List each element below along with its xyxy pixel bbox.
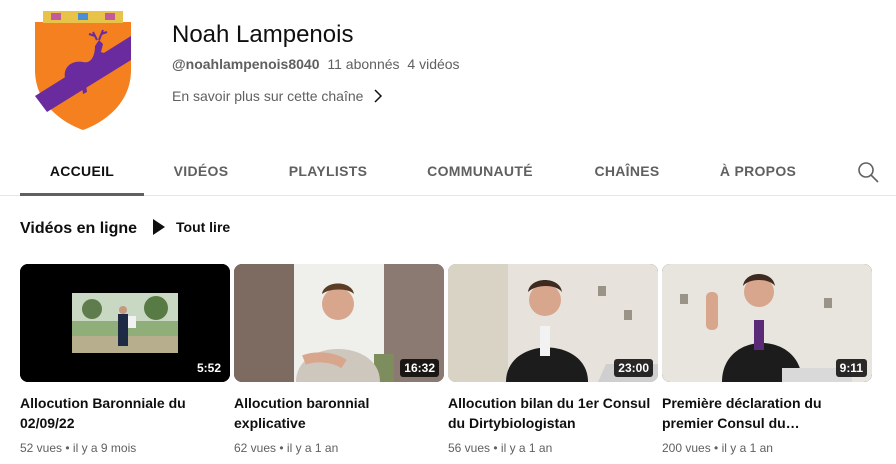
channel-avatar[interactable] — [33, 8, 133, 132]
video-thumbnail[interactable]: 9:11 — [662, 264, 872, 382]
more-about-label: En savoir plus sur cette chaîne — [172, 88, 364, 104]
tab-communaute[interactable]: COMMUNAUTÉ — [418, 145, 542, 196]
video-thumbnail[interactable]: 5:52 — [20, 264, 230, 382]
video-views: 56 vues — [448, 441, 491, 455]
video-stats: 200 vues • il y a 1 an — [662, 441, 773, 455]
tab-videos[interactable]: VIDÉOS — [156, 145, 246, 196]
video-stats: 56 vues • il y a 1 an — [448, 441, 553, 455]
play-all-label: Tout lire — [176, 219, 231, 235]
chevron-right-icon — [374, 89, 383, 103]
video-title[interactable]: Allocution bilan du 1er Consul du Dirtyb… — [448, 393, 658, 433]
video-stats: 62 vues • il y a 1 an — [234, 441, 339, 455]
video-thumbnail[interactable]: 23:00 — [448, 264, 658, 382]
search-icon[interactable] — [857, 161, 879, 183]
tab-a-propos[interactable]: À PROPOS — [712, 145, 804, 196]
video-duration: 16:32 — [400, 359, 439, 377]
more-about-channel-link[interactable]: En savoir plus sur cette chaîne — [172, 88, 383, 104]
video-count: 4 vidéos — [407, 56, 460, 72]
tab-accueil[interactable]: ACCUEIL — [20, 145, 144, 196]
video-card[interactable]: 5:52 Allocution Baronniale du 02/09/22 5… — [20, 264, 230, 455]
video-age: il y a 1 an — [500, 441, 553, 455]
channel-name: Noah Lampenois — [172, 21, 354, 48]
video-age: il y a 1 an — [286, 441, 339, 455]
video-title[interactable]: Allocution Baronniale du 02/09/22 — [20, 393, 230, 433]
video-age: il y a 1 an — [721, 441, 773, 455]
subscriber-count: 11 abonnés — [327, 56, 400, 72]
video-stats: 52 vues • il y a 9 mois — [20, 441, 137, 455]
section-title: Vidéos en ligne — [20, 220, 138, 237]
tab-playlists[interactable]: PLAYLISTS — [280, 145, 376, 196]
video-card[interactable]: 16:32 Allocution baronnial explicative 6… — [234, 264, 444, 455]
video-duration: 9:11 — [835, 359, 867, 377]
video-duration: 5:52 — [192, 359, 225, 377]
play-icon — [153, 219, 165, 235]
channel-header: Noah Lampenois @noahlampenois8040 11 abo… — [0, 0, 896, 145]
video-views: 62 vues — [234, 441, 277, 455]
video-age: il y a 9 mois — [72, 441, 137, 455]
play-all-button[interactable]: Tout lire — [152, 219, 230, 235]
video-title[interactable]: Allocution baronnial explicative — [234, 393, 444, 433]
video-views: 52 vues — [20, 441, 63, 455]
channel-tabs: ACCUEIL VIDÉOS PLAYLISTS COMMUNAUTÉ CHAÎ… — [0, 145, 896, 196]
video-thumbnail[interactable]: 16:32 — [234, 264, 444, 382]
video-card[interactable]: 23:00 Allocution bilan du 1er Consul du … — [448, 264, 658, 455]
video-duration: 23:00 — [614, 359, 653, 377]
tab-chaines[interactable]: CHAÎNES — [584, 145, 670, 196]
video-views: 200 vues — [662, 441, 711, 455]
channel-handle: @noahlampenois8040 — [172, 56, 320, 72]
video-title[interactable]: Première déclaration du premier Consul d… — [662, 393, 872, 433]
channel-meta: @noahlampenois8040 11 abonnés 4 vidéos — [172, 56, 464, 72]
video-card[interactable]: 9:11 Première déclaration du premier Con… — [662, 264, 872, 455]
